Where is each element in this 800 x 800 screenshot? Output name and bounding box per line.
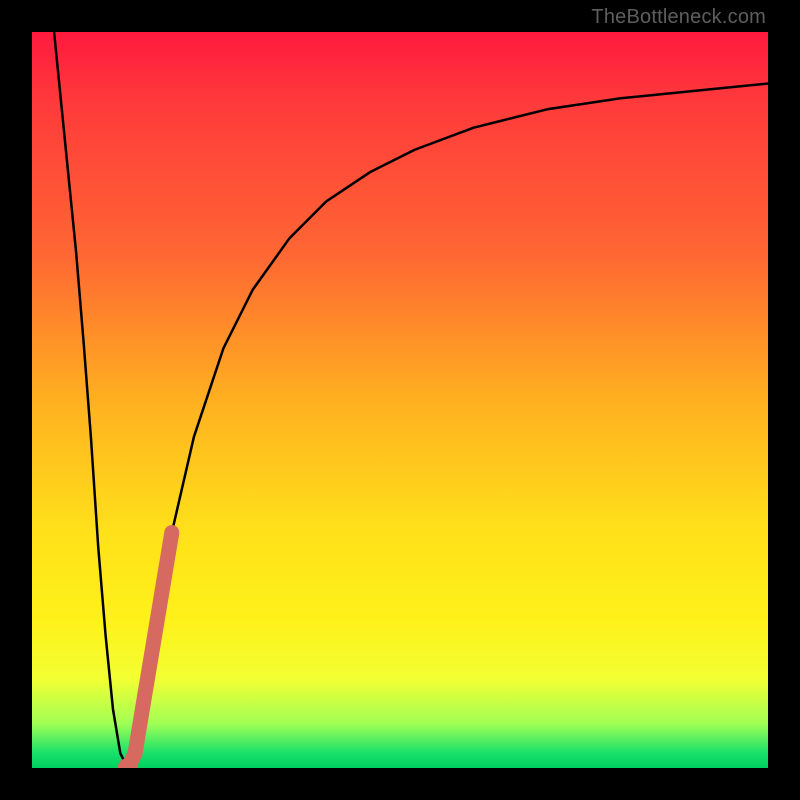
- chart-frame: TheBottleneck.com: [0, 0, 800, 800]
- chart-svg: [32, 32, 768, 768]
- highlight-segment: [128, 532, 172, 768]
- chart-plot-area: [32, 32, 768, 768]
- watermark-text: TheBottleneck.com: [591, 6, 766, 29]
- bottleneck-curve: [54, 32, 768, 768]
